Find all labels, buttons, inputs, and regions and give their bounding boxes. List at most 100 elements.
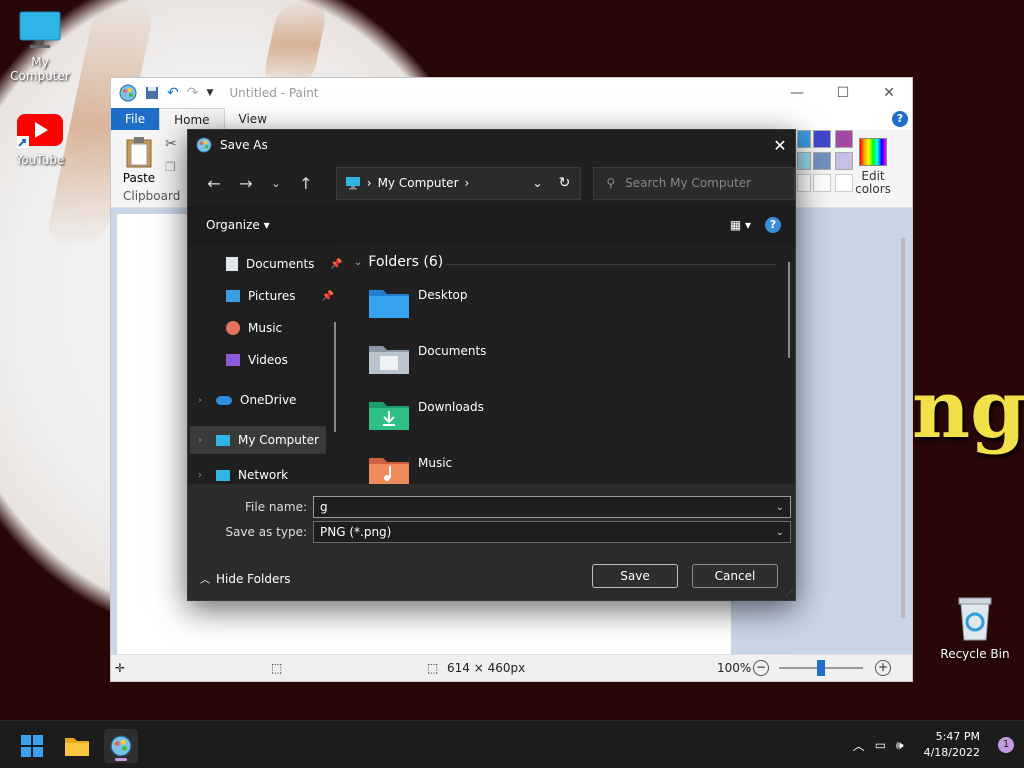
color-swatch[interactable] (813, 152, 831, 170)
recent-locations-chevron-icon[interactable]: ⌄ (262, 177, 290, 190)
tab-home[interactable]: Home (159, 108, 225, 130)
file-name-input[interactable]: g ⌄ (313, 496, 791, 518)
color-swatch[interactable] (797, 174, 811, 192)
save-button[interactable]: Save (592, 564, 678, 588)
color-swatch[interactable] (813, 174, 831, 192)
sidebar-item-my-computer[interactable]: › My Computer (190, 426, 326, 454)
color-swatch[interactable] (835, 174, 853, 192)
sidebar-item-onedrive[interactable]: › OneDrive (198, 386, 296, 414)
canvas-size-icon: ⬚ (427, 661, 439, 675)
clock[interactable]: 5:47 PM 4/18/2022 (924, 729, 980, 761)
hide-folders-label: Hide Folders (216, 571, 291, 586)
windows-logo-icon (21, 735, 43, 757)
copy-icon[interactable]: ❐ (165, 160, 176, 174)
address-bar[interactable]: › My Computer › ⌄ ↻ (335, 166, 582, 200)
sidebar-item-label: My Computer (238, 433, 319, 447)
folder-name: Music (418, 456, 453, 470)
sidebar-item-music[interactable]: Music (226, 314, 282, 342)
desktop-icon-recycle-bin[interactable]: Recycle Bin (935, 596, 1015, 661)
help-icon[interactable]: ? (892, 111, 908, 127)
zoom-out-button[interactable]: − (753, 660, 769, 676)
dialog-title-bar[interactable]: Save As ✕ (188, 130, 795, 160)
dialog-footer: File name: g ⌄ Save as type: PNG (*.png)… (188, 484, 795, 600)
network-status-icon[interactable]: ▭ (875, 738, 886, 752)
maximize-button[interactable]: ☐ (820, 78, 866, 108)
sidebar-item-documents[interactable]: Documents 📌 (226, 250, 343, 278)
show-hidden-icons-chevron-icon[interactable]: ︿ (853, 737, 865, 754)
resize-grip-icon[interactable]: ⋰ (785, 589, 793, 598)
save-as-type-select[interactable]: PNG (*.png) ⌄ (313, 521, 791, 543)
paint-title-bar[interactable]: ↶ ↷ ▼ Untitled - Paint — ☐ ✕ (111, 78, 912, 108)
color-swatch[interactable] (797, 152, 811, 170)
address-dropdown-chevron-icon[interactable]: ⌄ (533, 176, 543, 190)
refresh-icon[interactable]: ↻ (559, 175, 571, 191)
folder-item-desktop[interactable]: Desktop (368, 286, 468, 326)
color-swatch[interactable] (797, 130, 811, 148)
minimize-button[interactable]: — (774, 78, 820, 108)
color-swatch[interactable] (835, 130, 853, 148)
folder-item-documents[interactable]: Documents (368, 342, 486, 382)
expand-chevron-icon[interactable]: › (198, 435, 202, 446)
forward-arrow-icon[interactable]: → (230, 174, 262, 193)
navigation-bar: ← → ⌄ ↑ › My Computer › ⌄ ↻ ⚲ Search My … (188, 160, 795, 206)
volume-icon[interactable]: 🕪 (896, 738, 904, 753)
cut-icon[interactable]: ✂ (165, 136, 177, 152)
sidebar-item-label: Pictures (248, 289, 296, 303)
up-arrow-icon[interactable]: ↑ (290, 174, 322, 193)
close-icon[interactable]: ✕ (765, 136, 795, 155)
address-location[interactable]: My Computer (378, 176, 459, 190)
cancel-button[interactable]: Cancel (692, 564, 778, 588)
help-icon[interactable]: ? (765, 217, 781, 233)
sidebar-item-label: Music (248, 321, 283, 335)
file-list-scrollbar[interactable] (788, 262, 790, 358)
redo-icon[interactable]: ↷ (187, 85, 199, 101)
back-arrow-icon[interactable]: ← (198, 174, 230, 193)
taskbar: ︿ ▭ 🕪 5:47 PM 4/18/2022 1 (0, 720, 1024, 768)
expand-chevron-icon[interactable]: › (198, 470, 202, 481)
start-button[interactable] (15, 729, 49, 763)
close-button[interactable]: ✕ (866, 78, 912, 108)
save-as-type-chevron-icon[interactable]: ⌄ (776, 527, 784, 538)
pin-icon: 📌 (330, 258, 343, 270)
desktop-icon-youtube[interactable]: YouTube (0, 112, 80, 167)
folder-item-music[interactable]: Music (368, 454, 452, 484)
edit-colors-button[interactable]: Edit colors (853, 138, 893, 196)
dialog-toolbar: Organize ▾ ▦ ▾ ? (188, 206, 795, 244)
zoom-slider-thumb[interactable] (817, 660, 825, 676)
navigation-pane-scrollbar[interactable] (334, 322, 336, 432)
folders-group-header[interactable]: ⌄ Folders (6) (354, 254, 443, 270)
taskbar-paint[interactable] (104, 729, 138, 763)
folder-item-downloads[interactable]: Downloads (368, 398, 484, 438)
paste-button[interactable]: Paste (119, 136, 159, 185)
tab-view[interactable]: View (225, 108, 281, 130)
clock-time: 5:47 PM (935, 730, 980, 743)
paste-label: Paste (122, 171, 156, 185)
desktop-icon-my-computer[interactable]: My Computer (0, 10, 80, 83)
expand-chevron-icon[interactable]: › (198, 395, 202, 406)
file-name-dropdown-chevron-icon[interactable]: ⌄ (776, 502, 784, 513)
color-swatch[interactable] (813, 130, 831, 148)
dialog-title: Save As (220, 138, 268, 152)
quick-access-dropdown-icon[interactable]: ▼ (206, 88, 213, 98)
save-icon[interactable] (145, 86, 159, 100)
desktop-icon-label: My Computer (10, 55, 70, 83)
taskbar-file-explorer[interactable] (60, 729, 94, 763)
sidebar-item-label: Network (238, 468, 289, 482)
desktop-folder-icon (369, 290, 409, 318)
zoom-in-button[interactable]: + (875, 660, 891, 676)
vertical-scrollbar[interactable] (901, 238, 905, 618)
sidebar-item-videos[interactable]: Videos (226, 346, 288, 374)
search-icon: ⚲ (606, 176, 616, 190)
hide-folders-toggle[interactable]: ︿ Hide Folders (200, 571, 291, 587)
color-swatch[interactable] (835, 152, 853, 170)
view-options-icon[interactable]: ▦ ▾ (730, 218, 751, 232)
organize-menu[interactable]: Organize ▾ (206, 218, 270, 232)
sidebar-item-pictures[interactable]: Pictures 📌 (226, 282, 334, 310)
notification-badge[interactable]: 1 (998, 737, 1014, 753)
search-input[interactable]: ⚲ Search My Computer (593, 166, 795, 200)
undo-icon[interactable]: ↶ (167, 85, 179, 101)
collapse-chevron-icon: ⌄ (354, 256, 363, 268)
edit-colors-label: colors (855, 182, 891, 196)
sidebar-item-network[interactable]: › Network (198, 466, 288, 484)
tab-file[interactable]: File (111, 108, 160, 130)
